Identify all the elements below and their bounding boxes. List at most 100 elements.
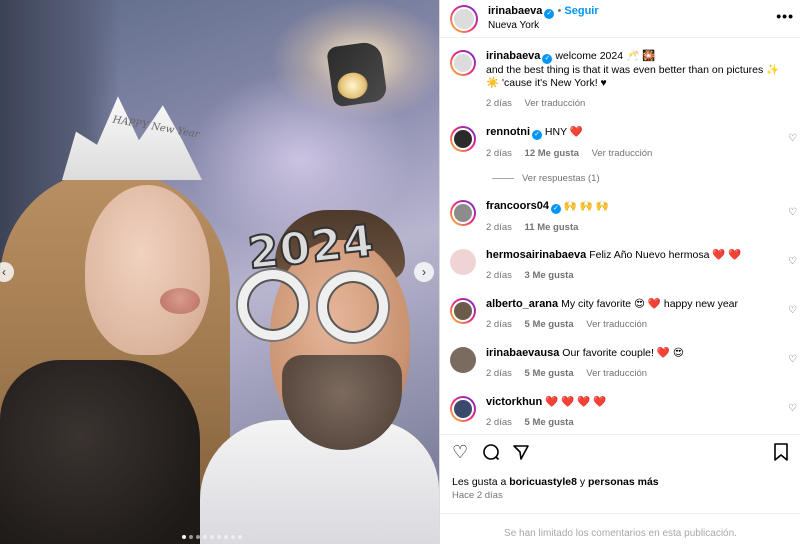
comment-text: HNY ❤️	[544, 126, 583, 138]
carousel-dot	[217, 535, 221, 539]
like-heart-icon[interactable]: ♡	[452, 442, 468, 463]
comment: irinabaevausa Our favorite couple! ❤️ 😍 …	[440, 347, 800, 380]
comment-likes[interactable]: 3 Me gusta	[525, 270, 574, 281]
translate-link[interactable]: Ver traducción	[525, 98, 586, 109]
carousel-dot	[224, 535, 228, 539]
share-send-icon[interactable]	[512, 443, 530, 466]
comment: rennotni ✓ HNY ❤️ 2 días 12 Me gusta Ver …	[440, 126, 800, 160]
comment: alberto_arana My city favorite 😍 ❤️ happ…	[440, 298, 800, 331]
carousel-dot	[210, 535, 214, 539]
comment-time[interactable]: 2 días	[486, 417, 512, 428]
author-username[interactable]: irinabaeva	[488, 5, 542, 17]
post-header: irinabaeva ✓ • Seguir Nueva York •••	[440, 0, 800, 38]
comment-username[interactable]: victorkhun	[486, 396, 542, 408]
caption-username[interactable]: irinabaeva	[486, 50, 540, 62]
comment: francoors04 ✓ 🙌 🙌 🙌 2 días 11 Me gusta ♡	[440, 200, 800, 234]
comment-likes[interactable]: 5 Me gusta	[525, 368, 574, 379]
carousel-dot	[189, 535, 193, 539]
avatar[interactable]	[450, 249, 476, 275]
fur-coat	[0, 360, 200, 544]
post-actions: ♡	[440, 434, 800, 468]
comments-list[interactable]: irinabaeva ✓ welcome 2024 🥂 🎇 and the bes…	[440, 42, 800, 432]
comment-username[interactable]: alberto_arana	[486, 298, 558, 310]
comment-likes[interactable]: 5 Me gusta	[525, 319, 574, 330]
bookmark-icon[interactable]	[774, 443, 788, 466]
carousel-dot	[182, 535, 186, 539]
likes-prefix: Les gusta a	[452, 476, 507, 488]
post-location[interactable]: Nueva York	[488, 19, 599, 32]
avatar[interactable]	[450, 50, 476, 76]
verified-icon: ✓	[544, 9, 555, 19]
comment-likes[interactable]: 5 Me gusta	[525, 417, 574, 428]
comment-username[interactable]: hermosairinabaeva	[486, 249, 586, 261]
avatar[interactable]	[450, 298, 476, 324]
like-heart-icon[interactable]: ♡	[788, 305, 797, 316]
comment-username[interactable]: francoors04	[486, 200, 549, 212]
comment-time[interactable]: 2 días	[486, 222, 512, 233]
avatar[interactable]	[450, 347, 476, 373]
replies-line	[492, 178, 514, 179]
comment-time[interactable]: 2 días	[486, 148, 512, 159]
post-photo[interactable]: HAPPY New Year 2024 ‹ ›	[0, 0, 439, 544]
comment-likes[interactable]: 12 Me gusta	[525, 148, 579, 159]
caption-line-3: ☀️ 'cause it's New York! ♥	[486, 77, 607, 89]
comment-text: My city favorite 😍 ❤️ happy new year	[561, 298, 738, 310]
author-avatar[interactable]	[450, 4, 478, 33]
comment-username[interactable]: irinabaevausa	[486, 347, 559, 359]
caption-line-1: welcome 2024 🥂 🎇	[555, 50, 656, 62]
avatar[interactable]	[450, 396, 476, 422]
carousel-dot	[203, 535, 207, 539]
caption-time[interactable]: 2 días	[486, 98, 512, 109]
post-time[interactable]: Hace 2 días	[452, 490, 503, 501]
comment-time[interactable]: 2 días	[486, 319, 512, 330]
comment-text: Our favorite couple! ❤️ 😍	[562, 347, 684, 359]
likes-user[interactable]: boricuastyle8	[509, 476, 577, 488]
comment: victorkhun ❤️ ❤️ ❤️ ❤️ 2 días 5 Me gusta…	[440, 396, 800, 429]
translate-link[interactable]: Ver traducción	[586, 368, 647, 379]
comment-text: 🙌 🙌 🙌	[563, 200, 609, 212]
avatar[interactable]	[450, 200, 476, 226]
next-photo-button[interactable]: ›	[414, 262, 434, 282]
view-replies[interactable]: Ver respuestas (1)	[492, 173, 600, 184]
woman-lips	[160, 288, 200, 314]
carousel-dot	[238, 535, 242, 539]
view-replies-label[interactable]: Ver respuestas (1)	[522, 173, 600, 184]
comment-text: Feliz Año Nuevo hermosa ❤️ ❤️	[589, 249, 742, 261]
follow-button[interactable]: Seguir	[564, 5, 598, 17]
like-heart-icon[interactable]: ♡	[788, 403, 797, 414]
verified-icon: ✓	[550, 204, 561, 214]
like-heart-icon[interactable]: ♡	[788, 207, 797, 218]
like-heart-icon[interactable]: ♡	[788, 133, 797, 144]
avatar[interactable]	[450, 126, 476, 152]
glasses-right-lens	[318, 272, 388, 342]
caption-line-2: and the best thing is that it was even b…	[486, 64, 780, 76]
wall-lamp	[326, 40, 388, 108]
likes-summary: Les gusta a boricuastyle8 y personas más	[452, 476, 659, 488]
woman-face	[85, 185, 210, 355]
more-horizontal-icon[interactable]: •••	[776, 8, 794, 24]
caption: irinabaeva ✓ welcome 2024 🥂 🎇 and the bes…	[440, 50, 796, 110]
carousel-dots	[182, 535, 242, 539]
lamp-bulb	[335, 70, 370, 101]
post-side-panel: irinabaeva ✓ • Seguir Nueva York ••• irin…	[439, 0, 800, 544]
like-heart-icon[interactable]: ♡	[788, 256, 797, 267]
carousel-dot	[231, 535, 235, 539]
comment-username[interactable]: rennotni	[486, 126, 530, 138]
post-modal: HAPPY New Year 2024 ‹ › irinabaeva ✓ • S…	[0, 0, 800, 544]
comment-time[interactable]: 2 días	[486, 368, 512, 379]
comment-text: ❤️ ❤️ ❤️ ❤️	[545, 396, 607, 408]
likes-others[interactable]: personas más	[588, 476, 659, 488]
verified-icon: ✓	[532, 130, 542, 140]
carousel-dot	[196, 535, 200, 539]
translate-link[interactable]: Ver traducción	[586, 319, 647, 330]
comment-bubble-icon[interactable]	[482, 443, 500, 466]
comment-time[interactable]: 2 días	[486, 270, 512, 281]
comments-limited-notice: Se han limitado los comentarios en esta …	[440, 513, 800, 544]
comment-likes[interactable]: 11 Me gusta	[525, 222, 579, 233]
verified-icon: ✓	[542, 54, 553, 64]
glasses-left-lens	[238, 270, 308, 340]
likes-joiner: y	[579, 476, 586, 488]
like-heart-icon[interactable]: ♡	[788, 354, 797, 365]
translate-link[interactable]: Ver traducción	[592, 148, 653, 159]
comment: hermosairinabaeva Feliz Año Nuevo hermos…	[440, 249, 800, 282]
